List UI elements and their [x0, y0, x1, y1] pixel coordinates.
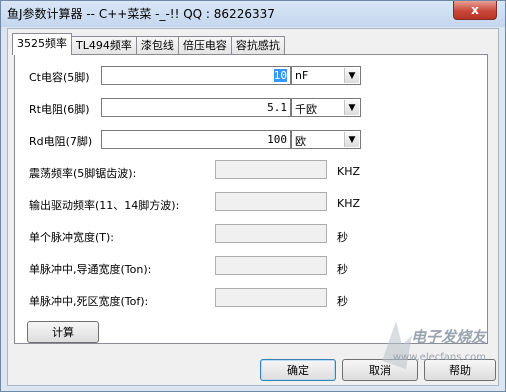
osc-freq-output: [215, 160, 327, 179]
ton-output: [215, 256, 327, 275]
title-bar: 鱼J参数计算器 -- C++菜菜 -_-!! QQ : 86226337 x: [1, 1, 505, 27]
tof-unit: 秒: [337, 295, 348, 308]
tab-3525[interactable]: 3525频率: [12, 33, 72, 55]
rd-unit-select[interactable]: 欧 ▼: [291, 130, 361, 149]
drive-freq-label: 输出驱动频率(11、14脚方波):: [29, 199, 180, 212]
pulse-width-label: 单个脉冲宽度(T):: [29, 231, 115, 244]
osc-freq-unit: KHZ: [337, 165, 361, 178]
close-button[interactable]: x: [453, 1, 497, 20]
ct-unit-value: nF: [295, 69, 309, 82]
pulse-width-unit: 秒: [337, 231, 348, 244]
tab-voltage-doubler[interactable]: 倍压电容: [177, 36, 232, 55]
ct-label: Ct电容(5脚): [29, 71, 90, 84]
app-window: 鱼J参数计算器 -- C++菜菜 -_-!! QQ : 86226337 x 3…: [0, 0, 506, 392]
rt-value: 5.1: [267, 101, 287, 114]
tab-enameled-wire[interactable]: 漆包线: [135, 36, 179, 55]
window-title: 鱼J参数计算器 -- C++菜菜 -_-!! QQ : 86226337: [7, 7, 275, 21]
chevron-down-icon: ▼: [344, 100, 359, 115]
watermark-text: 电子发烧友: [410, 328, 486, 346]
ct-input[interactable]: 10: [101, 66, 291, 85]
ok-button[interactable]: 确定: [260, 359, 336, 381]
rt-unit-value: 千欧: [295, 103, 317, 116]
tof-label: 单脉冲中,死区宽度(Tof):: [29, 295, 149, 308]
pulse-width-output: [215, 224, 327, 243]
rd-input[interactable]: 100: [101, 130, 291, 149]
watermark-url: www.elecfans.com: [392, 352, 486, 363]
tab-panel: Ct电容(5脚) 10 nF ▼ Rt电阻(6脚) 5.1 千欧 ▼ Rd电阻(…: [14, 54, 488, 344]
tab-strip: 3525频率 TL494频率 漆包线 倍压电容 容抗感抗: [12, 33, 285, 55]
dialog-client: 3525频率 TL494频率 漆包线 倍压电容 容抗感抗 Ct电容(5脚) 10…: [7, 28, 499, 386]
rd-unit-value: 欧: [295, 135, 306, 148]
tab-reactance[interactable]: 容抗感抗: [230, 36, 285, 55]
osc-freq-label: 震荡频率(5脚锯齿波):: [29, 167, 137, 180]
chevron-down-icon: ▼: [344, 68, 359, 83]
tof-output: [215, 288, 327, 307]
rt-label: Rt电阻(6脚): [29, 103, 90, 116]
calculate-button[interactable]: 计算: [27, 321, 99, 343]
rt-input[interactable]: 5.1: [101, 98, 291, 117]
rd-value: 100: [267, 133, 287, 146]
drive-freq-unit: KHZ: [337, 197, 361, 210]
close-icon: x: [471, 3, 479, 17]
chevron-down-icon: ▼: [344, 132, 359, 147]
rd-label: Rd电阻(7脚): [29, 135, 93, 148]
rt-unit-select[interactable]: 千欧 ▼: [291, 98, 361, 117]
ton-unit: 秒: [337, 263, 348, 276]
drive-freq-output: [215, 192, 327, 211]
tab-tl494[interactable]: TL494频率: [71, 36, 137, 55]
ct-unit-select[interactable]: nF ▼: [291, 66, 361, 85]
ct-value: 10: [273, 69, 287, 82]
ton-label: 单脉冲中,导通宽度(Ton):: [29, 263, 152, 276]
